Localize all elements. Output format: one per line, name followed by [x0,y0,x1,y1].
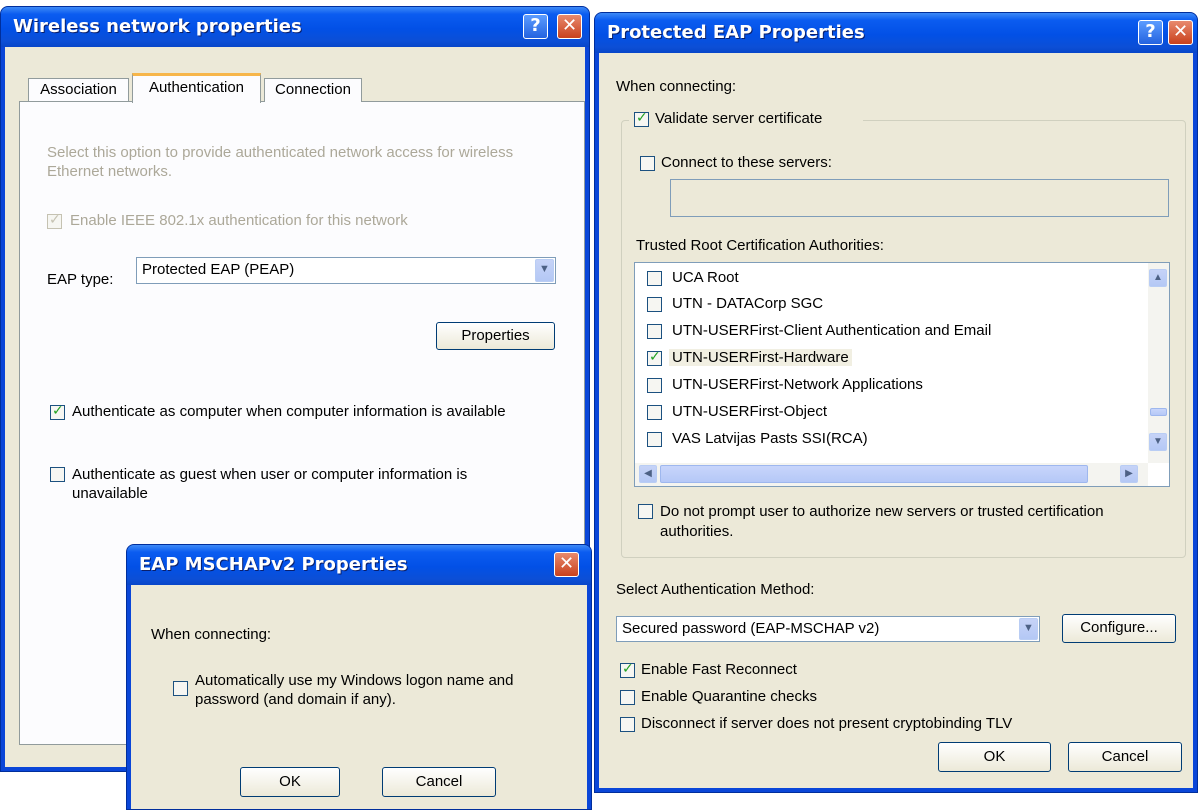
ok-button[interactable]: OK [938,742,1051,772]
tab-connection[interactable]: Connection [264,78,362,102]
eap-type-select[interactable]: Protected EAP (PEAP) ▼ [136,257,556,284]
select-method-label: Select Authentication Method: [616,581,815,598]
scroll-down-icon[interactable]: ▼ [1149,433,1167,451]
ok-button[interactable]: OK [240,767,340,797]
auth-method-select[interactable]: Secured password (EAP-MSCHAP v2) ▼ [616,616,1040,642]
ca-name: UTN - DATACorp SGC [672,295,824,312]
horizontal-scrollbar-thumb[interactable] [660,465,1088,483]
mschap-client-area: When connecting: Automatically use my Wi… [131,585,587,809]
enable-8021x-checkbox[interactable] [47,212,62,229]
ca-checkbox[interactable] [647,378,662,393]
no-prompt-checkbox[interactable] [638,504,653,519]
vertical-scrollbar[interactable]: ▲ ▼ [1148,263,1169,463]
close-button[interactable]: ✕ [554,552,579,577]
quarantine-label: Enable Quarantine checks [641,688,817,705]
ca-name: UTN-USERFirst-Network Applications [672,376,923,393]
ca-checkbox[interactable] [647,297,662,312]
ca-checkbox[interactable] [647,271,662,286]
auth-guest-label: Authenticate as guest when user or compu… [72,466,468,502]
ca-name: UTN-USERFirst-Client Authentication and … [672,322,992,339]
fast-reconnect-checkbox[interactable] [620,661,635,678]
chevron-down-icon[interactable]: ▼ [1019,618,1038,640]
ca-name: VAS Latvijas Pasts SSI(RCA) [672,430,868,447]
trusted-ca-list[interactable]: UCA Root UTN - DATACorp SGC UTN-USERFirs… [634,262,1170,487]
cancel-button[interactable]: Cancel [1068,742,1182,772]
quarantine-checkbox[interactable] [620,690,635,705]
scroll-left-icon[interactable]: ◀ [639,465,657,483]
when-connecting-label: When connecting: [616,78,737,95]
tab-association[interactable]: Association [28,78,129,102]
scroll-up-icon[interactable]: ▲ [1149,269,1167,287]
properties-button[interactable]: Properties [436,322,555,350]
ca-checkbox[interactable] [647,405,662,420]
wireless-title: Wireless network properties [13,16,302,37]
auth-description: Select this option to provide authentica… [47,144,514,180]
trusted-ca-label: Trusted Root Certification Authorities: [636,237,884,254]
ca-checkbox[interactable] [647,324,662,339]
auto-logon-checkbox[interactable] [173,681,188,696]
no-prompt-label: Do not prompt user to authorize new serv… [660,503,1104,540]
auth-computer-checkbox[interactable] [50,403,65,420]
cryptobinding-label: Disconnect if server does not present cr… [641,715,1013,732]
ca-checkbox[interactable] [647,349,662,366]
configure-button[interactable]: Configure... [1062,614,1176,643]
scrollbar-thumb[interactable] [1150,408,1167,416]
validate-cert-checkbox[interactable] [634,110,649,127]
tab-authentication[interactable]: Authentication [132,73,261,103]
scroll-right-icon[interactable]: ▶ [1120,465,1138,483]
close-button[interactable]: ✕ [557,14,582,39]
mschap-properties-window: EAP MSCHAPv2 Properties ✕ When connectin… [126,544,592,810]
connect-servers-label: Connect to these servers: [661,154,832,171]
mschap-titlebar[interactable]: EAP MSCHAPv2 Properties ✕ [127,545,591,585]
ca-name: UTN-USERFirst-Hardware [669,349,852,366]
ca-checkbox[interactable] [647,432,662,447]
auth-computer-label: Authenticate as computer when computer i… [72,403,506,420]
auth-guest-checkbox[interactable] [50,467,65,482]
peap-title: Protected EAP Properties [607,22,865,43]
peap-client-area: When connecting: Validate server certifi… [599,53,1193,788]
help-button[interactable]: ? [523,14,548,39]
auth-method-value: Secured password (EAP-MSCHAP v2) [622,620,880,637]
chevron-down-icon[interactable]: ▼ [535,259,554,282]
wireless-titlebar[interactable]: Wireless network properties ? ✕ [1,7,589,47]
help-button[interactable]: ? [1138,20,1163,45]
cryptobinding-checkbox[interactable] [620,717,635,732]
horizontal-scrollbar[interactable]: ◀ ▶ [635,463,1148,486]
close-button[interactable]: ✕ [1168,20,1193,45]
mschap-title: EAP MSCHAPv2 Properties [139,554,408,575]
eap-type-label: EAP type: [47,271,114,288]
connect-servers-checkbox[interactable] [640,156,655,171]
auto-logon-label: Automatically use my Windows logon name … [195,672,514,708]
enable-8021x-label: Enable IEEE 802.1x authentication for th… [70,212,408,229]
peap-properties-window: Protected EAP Properties ? ✕ When connec… [594,12,1198,793]
servers-input[interactable] [670,179,1169,217]
ca-name: UTN-USERFirst-Object [672,403,828,420]
fast-reconnect-label: Enable Fast Reconnect [641,661,797,678]
peap-titlebar[interactable]: Protected EAP Properties ? ✕ [595,13,1197,53]
eap-type-value: Protected EAP (PEAP) [142,261,295,278]
validate-cert-label: Validate server certificate [655,110,823,127]
cancel-button[interactable]: Cancel [382,767,496,797]
when-connecting-label: When connecting: [151,626,272,643]
ca-name: UCA Root [672,269,739,286]
